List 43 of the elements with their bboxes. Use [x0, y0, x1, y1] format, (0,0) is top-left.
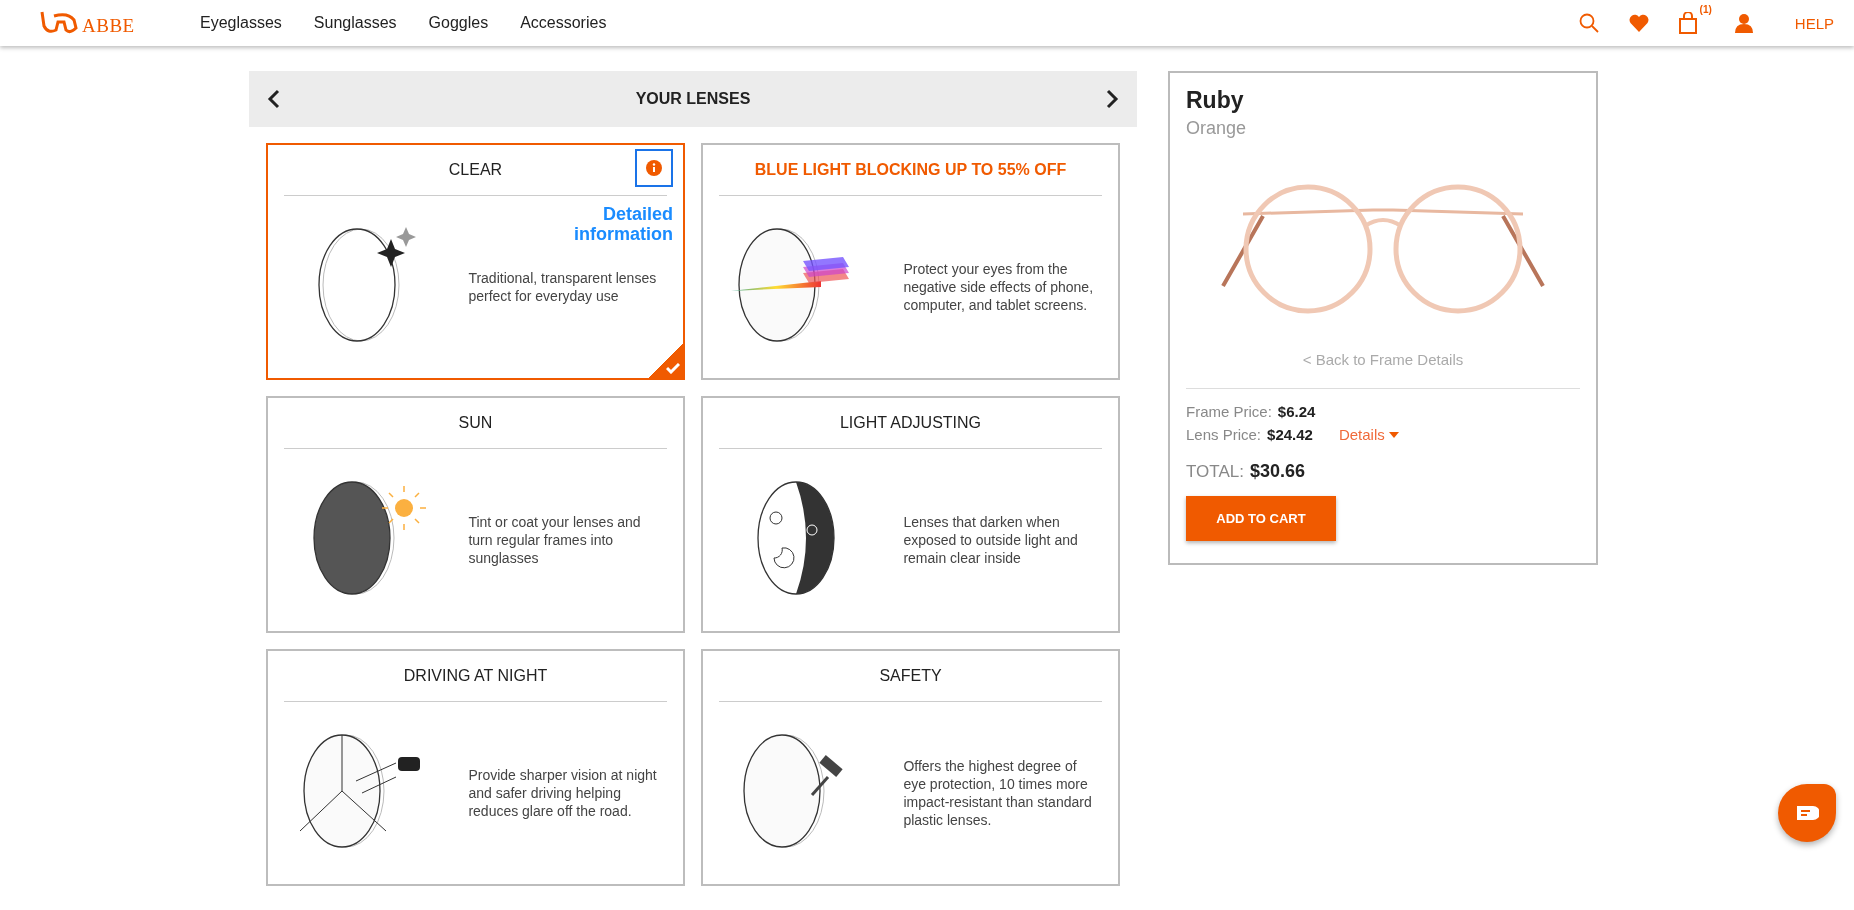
lens-price-label: Lens Price: — [1186, 426, 1262, 443]
lens-description: Protect your eyes from the negative side effects of phone, computer, and tablet screens. — [903, 260, 1095, 314]
detailed-information-label: Detailed information — [573, 204, 673, 244]
lens-title: DRIVING AT NIGHT — [403, 667, 548, 685]
nav-link[interactable]: Goggles — [428, 14, 489, 32]
info-button[interactable] — [635, 149, 673, 187]
total-label: TOTAL: — [1186, 462, 1244, 482]
lens-option-card[interactable]: SUN Tint or coat your lenses and turn regular frames into sunglasses — [266, 396, 685, 633]
search-icon[interactable] — [1578, 13, 1599, 33]
lens-option-card[interactable]: SAFETY Offers the highest degree of eye protection, 10 times more impact-resistant than standard plastic lenses. — [701, 649, 1120, 886]
heart-icon[interactable] — [1628, 14, 1649, 32]
user-icon[interactable] — [1734, 13, 1753, 33]
frame-color: Orange — [1186, 118, 1248, 139]
frame-name: Ruby — [1186, 87, 1245, 114]
chat-button[interactable] — [1778, 784, 1836, 842]
lens-price: $24.42 — [1267, 426, 1313, 443]
nav-link[interactable]: Sunglasses — [313, 14, 397, 32]
lens-option-card[interactable]: BLUE LIGHT BLOCKING UP TO 55% OFF Protect your eyes from the negative side effects of phone, computer, and tablet screens. — [701, 143, 1120, 380]
lens-description: Lenses that darken when exposed to outside light and remain clear inside — [903, 513, 1079, 567]
glasses-logo-icon — [40, 10, 80, 36]
logo-text: ABBE — [82, 15, 135, 37]
nav-link[interactable]: Accessories — [520, 14, 607, 32]
info-icon — [646, 160, 662, 176]
chat-bubble-icon — [1795, 804, 1819, 822]
lens-description: Traditional, transparent lenses perfect for everyday use — [468, 269, 658, 305]
lens-option-card[interactable]: LIGHT ADJUSTING Lenses that darken when exposed to outside light and remain clear inside — [701, 396, 1120, 633]
frame-price-label: Frame Price: — [1186, 403, 1272, 420]
lens-title: BLUE LIGHT BLOCKING UP TO 55% OFF — [754, 161, 1067, 179]
cart-count: (1) — [1699, 4, 1712, 15]
lens-option-card[interactable]: CLEAR Detailed information Traditional, transparent lenses perfect for everyday use — [266, 143, 685, 380]
lens-description: Tint or coat your lenses and turn regular frames into sunglasses — [468, 513, 642, 567]
nav-link[interactable]: Eyeglasses — [200, 14, 282, 32]
lens-title: CLEAR — [448, 161, 503, 179]
lens-title: LIGHT ADJUSTING — [839, 414, 982, 432]
section-title: YOUR LENSES — [635, 90, 751, 108]
lens-description: Offers the highest degree of eye protection, 10 times more impact-resistant than standard plastic lenses. — [903, 757, 1093, 829]
caret-icon — [1388, 431, 1399, 438]
lens-title: SUN — [458, 414, 493, 432]
lens-option-card[interactable]: DRIVING AT NIGHT Provide sharper vision at night and safer driving helping reduces glare off the road. — [266, 649, 685, 886]
lens-title: SAFETY — [879, 667, 942, 685]
frame-price: $6.24 — [1277, 403, 1316, 420]
lens-description: Provide sharper vision at night and safer driving helping reduces glare off the road. — [468, 766, 658, 820]
total-price: $30.66 — [1249, 461, 1305, 482]
